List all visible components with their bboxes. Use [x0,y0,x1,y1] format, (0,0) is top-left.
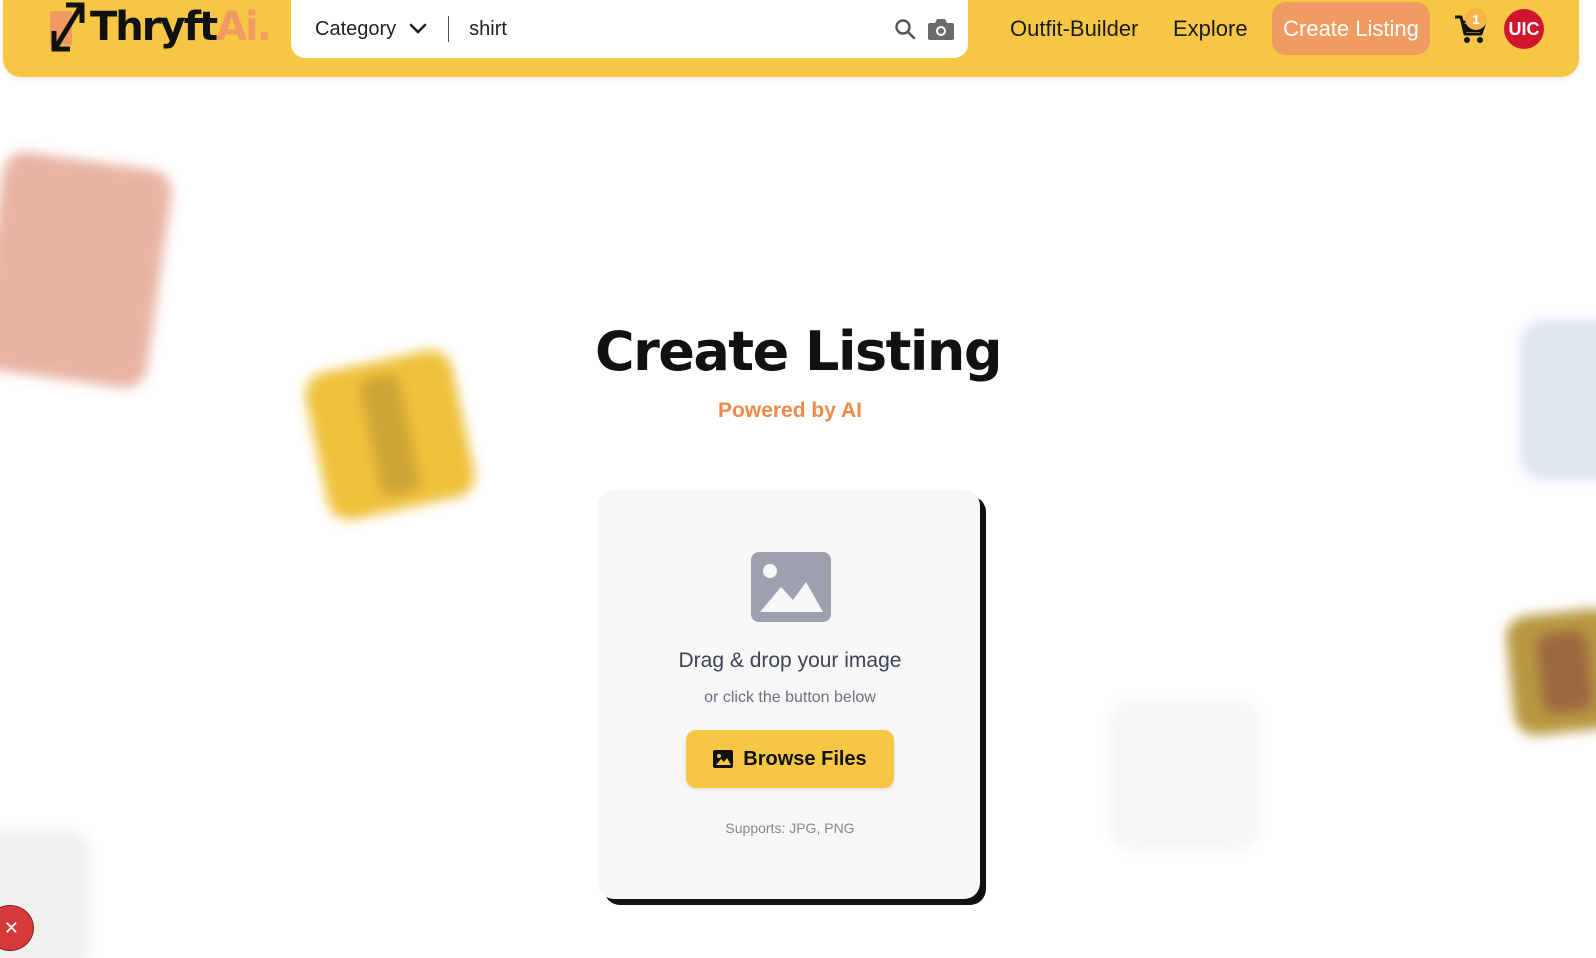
background-decor-card [1110,700,1260,850]
dropzone-subheading: or click the button below [704,689,876,706]
search-bar: Category [291,0,968,58]
camera-icon[interactable] [927,17,955,41]
user-avatar[interactable]: UIC [1504,9,1544,49]
brand-name: ThryftAi. [90,4,272,50]
top-navbar: ThryftAi. Category Outfit-Builder Explor… [3,0,1579,77]
category-dropdown[interactable]: Category [291,0,428,58]
search-divider [448,16,450,42]
brand-logo[interactable]: ThryftAi. [48,0,272,54]
page-title: Create Listing [594,320,1003,383]
search-input[interactable] [469,17,890,41]
image-placeholder-icon [751,552,831,622]
nav-explore[interactable]: Explore [1173,10,1248,48]
cart-count-badge: 1 [1465,8,1487,30]
image-icon [713,750,734,768]
search-icon[interactable] [894,18,916,40]
supported-formats: Supports: JPG, PNG [725,820,855,836]
upload-dropzone[interactable]: Drag & drop your image or click the butt… [598,490,980,899]
browse-files-label: Browse Files [743,747,867,770]
page-subtitle: Powered by AI [718,399,862,422]
category-label: Category [315,17,397,40]
dropzone-heading: Drag & drop your image [678,649,902,672]
nav-outfit-builder[interactable]: Outfit-Builder [1010,10,1138,48]
create-listing-button[interactable]: Create Listing [1272,2,1430,55]
background-decor-card [1504,606,1596,738]
logo-mark-icon [50,2,85,52]
chevron-down-icon [409,23,427,34]
browse-files-button[interactable]: Browse Files [686,730,894,788]
